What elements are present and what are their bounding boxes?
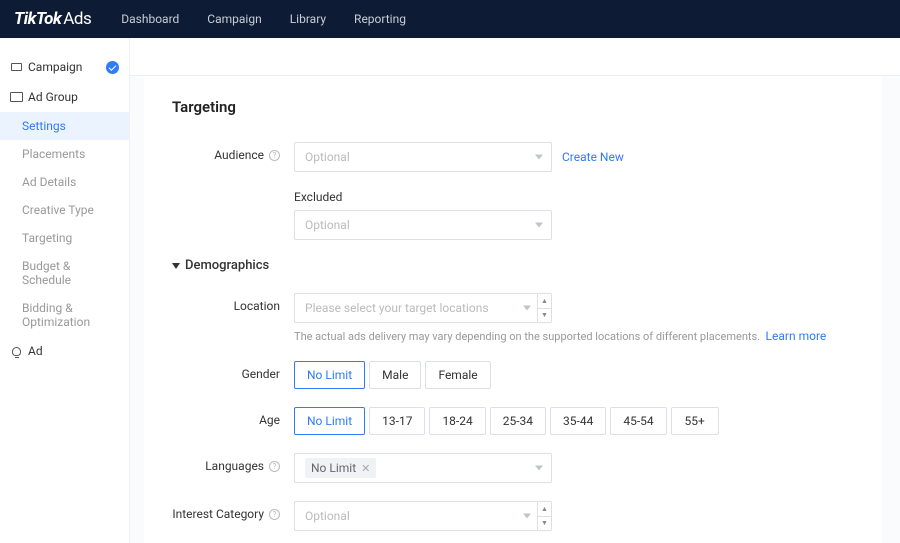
chevron-down-icon (535, 223, 543, 228)
info-icon[interactable]: ? (269, 509, 280, 520)
logo: TikTokAds (14, 9, 91, 29)
sidebar-item-ad[interactable]: Ad (0, 336, 129, 366)
sidebar-sub-targeting[interactable]: Targeting (0, 224, 129, 252)
languages-tag: No Limit ✕ (305, 458, 376, 478)
age-55plus[interactable]: 55+ (671, 407, 719, 435)
sidebar-sub-budget-schedule[interactable]: Budget & Schedule (0, 252, 129, 294)
location-hint: The actual ads delivery may vary dependi… (294, 329, 854, 343)
spinner-down[interactable]: ▼ (538, 309, 551, 323)
sidebar: Campaign Ad Group Settings Placements Ad… (0, 38, 130, 543)
location-spinner: ▲ ▼ (537, 294, 551, 322)
languages-select[interactable]: No Limit ✕ (294, 453, 552, 483)
targeting-card: Targeting Audience ? Optional Create New (144, 76, 882, 543)
learn-more-link[interactable]: Learn more (766, 329, 827, 343)
location-placeholder: Please select your target locations (305, 301, 537, 315)
age-label: Age (172, 407, 294, 427)
sidebar-sub-creative-type[interactable]: Creative Type (0, 196, 129, 224)
excluded-placeholder: Optional (305, 218, 350, 232)
age-no-limit[interactable]: No Limit (294, 407, 365, 435)
sidebar-adgroup-label: Ad Group (28, 90, 78, 104)
caret-down-icon (172, 263, 180, 269)
age-18-24[interactable]: 18-24 (429, 407, 485, 435)
gender-no-limit[interactable]: No Limit (294, 361, 365, 389)
interest-spinner: ▲ ▼ (537, 502, 551, 530)
info-icon[interactable]: ? (269, 461, 280, 472)
excluded-select[interactable]: Optional (294, 210, 552, 240)
sidebar-campaign-label: Campaign (28, 60, 82, 74)
nav-library[interactable]: Library (290, 12, 326, 26)
audience-label: Audience ? (172, 142, 294, 162)
demographics-label: Demographics (185, 258, 269, 273)
gender-segmented: No Limit Male Female (294, 361, 854, 389)
remove-tag-icon[interactable]: ✕ (361, 462, 370, 475)
audience-placeholder: Optional (305, 150, 350, 164)
nav-reporting[interactable]: Reporting (354, 12, 406, 26)
age-35-44[interactable]: 35-44 (550, 407, 606, 435)
info-icon[interactable]: ? (269, 150, 280, 161)
sidebar-item-campaign[interactable]: Campaign (0, 52, 129, 82)
sidebar-sub-settings[interactable]: Settings (0, 112, 129, 140)
section-title: Targeting (172, 98, 854, 116)
location-label: Location (172, 293, 294, 313)
age-25-34[interactable]: 25-34 (490, 407, 546, 435)
chevron-down-icon (535, 155, 543, 160)
age-13-17[interactable]: 13-17 (369, 407, 425, 435)
top-strip (130, 38, 900, 76)
campaign-icon (10, 61, 22, 73)
nav-dashboard[interactable]: Dashboard (121, 12, 179, 26)
interest-select[interactable]: Optional ▲ ▼ (294, 501, 552, 531)
ad-icon (10, 345, 22, 357)
sidebar-sub-bidding-optimization[interactable]: Bidding & Optimization (0, 294, 129, 336)
sidebar-ad-label: Ad (28, 344, 43, 358)
gender-male[interactable]: Male (369, 361, 421, 389)
gender-female[interactable]: Female (425, 361, 490, 389)
nav-campaign[interactable]: Campaign (207, 12, 261, 26)
top-nav: TikTokAds Dashboard Campaign Library Rep… (0, 0, 900, 38)
create-new-link[interactable]: Create New (562, 150, 624, 164)
languages-tag-label: No Limit (311, 461, 356, 475)
age-segmented: No Limit 13-17 18-24 25-34 35-44 45-54 5… (294, 407, 854, 435)
spinner-down[interactable]: ▼ (538, 517, 551, 531)
logo-brand: TikTok (14, 9, 61, 29)
main-content: Targeting Audience ? Optional Create New (130, 38, 900, 543)
interest-placeholder: Optional (305, 509, 537, 523)
interest-label: Interest Category ? (172, 501, 294, 521)
chevron-down-icon (523, 514, 531, 519)
check-icon (106, 61, 119, 74)
spinner-up[interactable]: ▲ (538, 294, 551, 309)
languages-label: Languages ? (172, 453, 294, 473)
age-45-54[interactable]: 45-54 (610, 407, 666, 435)
chevron-down-icon (535, 466, 543, 471)
logo-suffix: Ads (63, 9, 91, 29)
gender-label: Gender (172, 361, 294, 381)
audience-select[interactable]: Optional (294, 142, 552, 172)
sidebar-sub-placements[interactable]: Placements (0, 140, 129, 168)
sidebar-item-adgroup[interactable]: Ad Group (0, 82, 129, 112)
adgroup-icon (10, 91, 22, 103)
location-select[interactable]: Please select your target locations ▲ ▼ (294, 293, 552, 323)
excluded-label: Excluded (294, 190, 854, 204)
sidebar-sub-ad-details[interactable]: Ad Details (0, 168, 129, 196)
demographics-toggle[interactable]: Demographics (172, 258, 854, 273)
spinner-up[interactable]: ▲ (538, 502, 551, 517)
chevron-down-icon (523, 306, 531, 311)
